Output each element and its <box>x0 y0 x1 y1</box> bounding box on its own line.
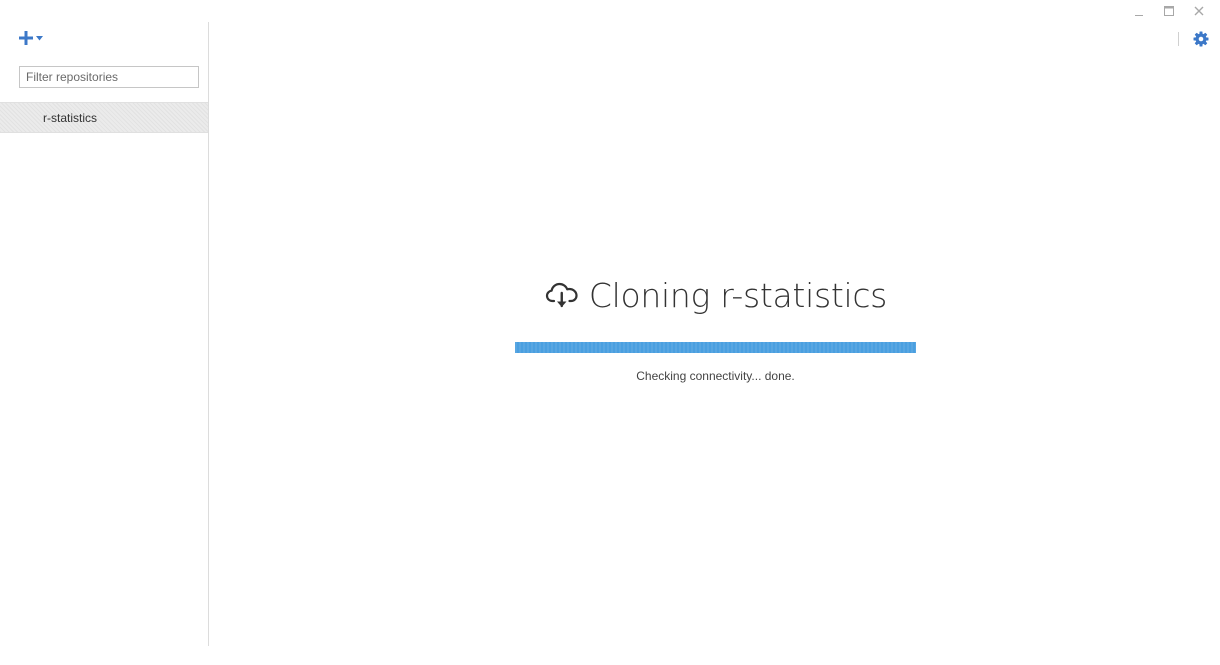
sidebar: r-statistics <box>0 22 209 646</box>
clone-progress-bar <box>515 342 916 353</box>
maximize-icon <box>1164 6 1174 16</box>
clone-status-text: Checking connectivity... done. <box>636 369 795 383</box>
settings-button[interactable] <box>1193 31 1209 47</box>
repository-item[interactable]: r-statistics <box>0 102 208 133</box>
add-repository-button[interactable] <box>19 31 43 45</box>
toolbar-divider <box>1178 32 1179 46</box>
clone-progress-fill <box>515 342 916 353</box>
cloud-download-icon <box>545 282 578 308</box>
maximize-button[interactable] <box>1154 2 1184 20</box>
close-icon <box>1194 6 1204 16</box>
minimize-icon <box>1135 15 1143 16</box>
plus-icon <box>19 31 33 45</box>
clone-heading: Cloning r-statistics <box>515 273 917 317</box>
clone-title-text: Cloning r-statistics <box>588 275 888 315</box>
minimize-button[interactable] <box>1124 2 1154 20</box>
caret-down-icon <box>36 35 43 40</box>
close-button[interactable] <box>1184 2 1214 20</box>
window-controls <box>1124 2 1214 20</box>
gear-icon <box>1193 31 1209 47</box>
filter-repositories-input[interactable] <box>19 66 199 88</box>
repository-list: r-statistics <box>0 102 208 133</box>
app-window: r-statistics Cloning r-statistics Ch <box>0 0 1220 665</box>
repository-name: r-statistics <box>43 110 97 125</box>
